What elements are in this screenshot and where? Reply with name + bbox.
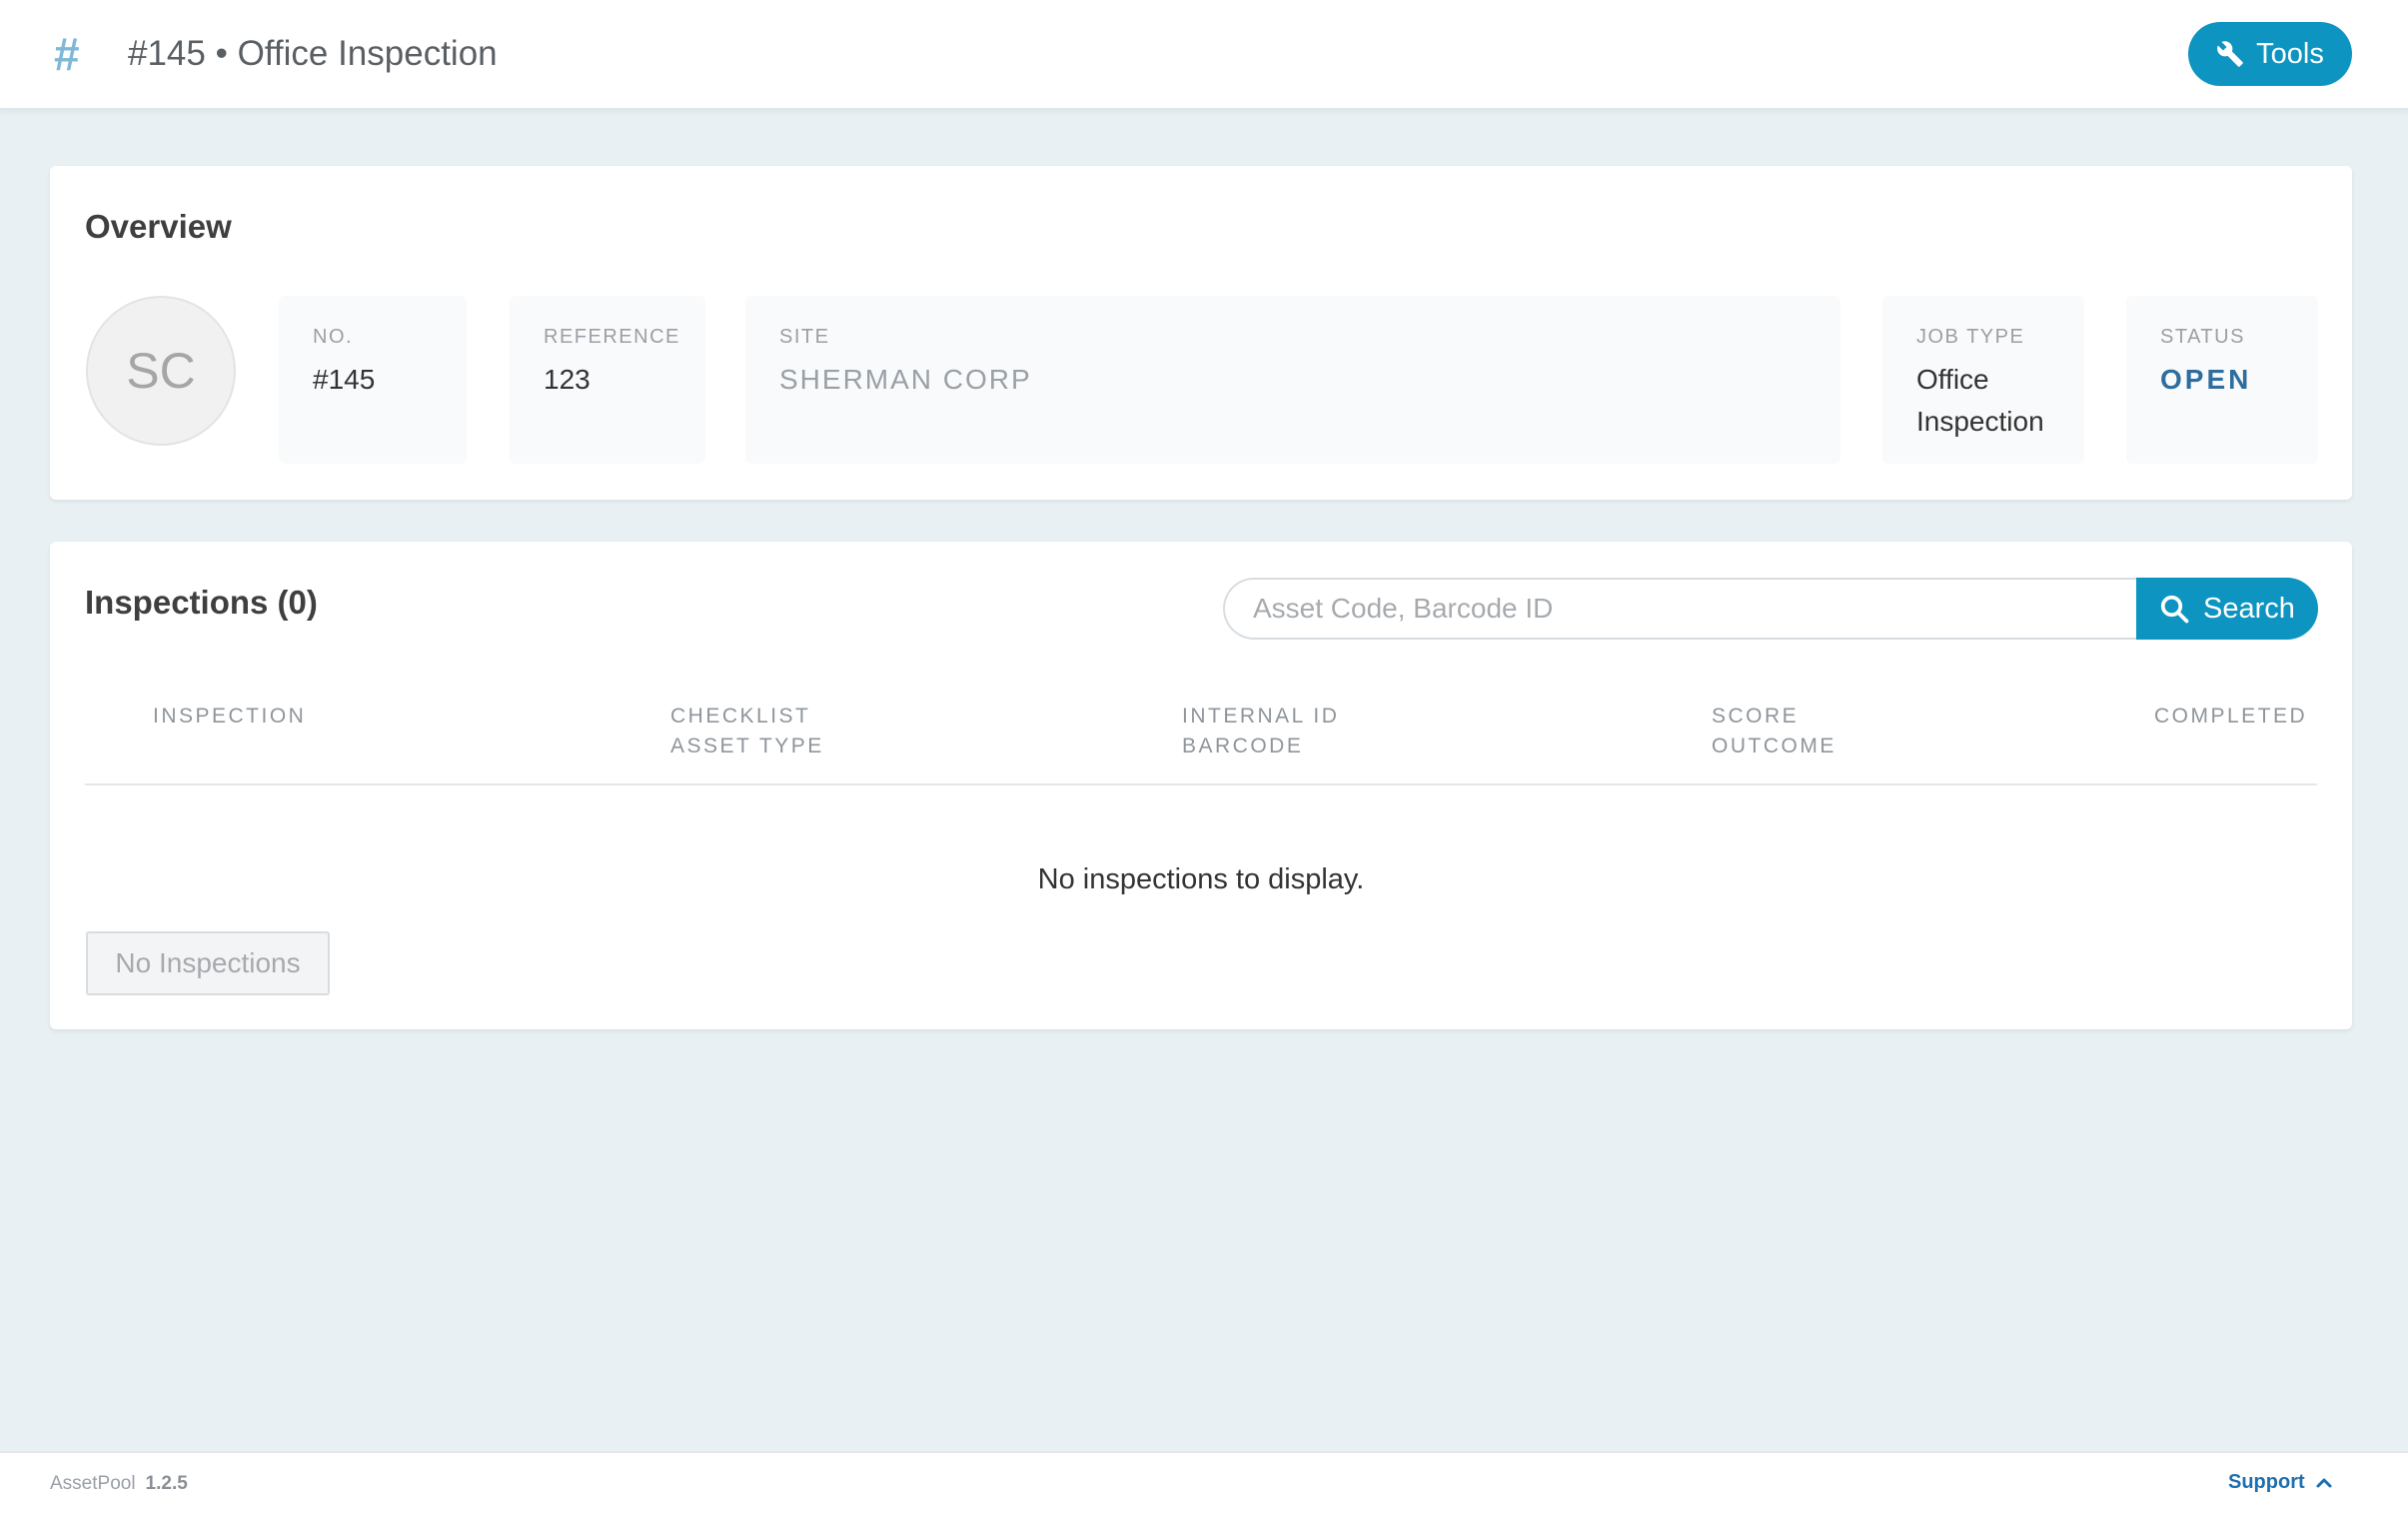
no-inspections-button[interactable]: No Inspections — [86, 931, 330, 995]
chevron-up-icon — [2316, 1478, 2332, 1487]
field-status: STATUS OPEN — [2126, 296, 2318, 464]
column-header-checklist[interactable]: CHECKLIST ASSET TYPE — [670, 702, 824, 761]
field-reference-value: 123 — [544, 364, 591, 395]
inspections-card: Inspections (0) Search INSPECTION CHECKL… — [50, 542, 2352, 1029]
column-header-internal-id[interactable]: INTERNAL ID BARCODE — [1182, 702, 1339, 761]
search-button[interactable]: Search — [2136, 578, 2318, 640]
avatar: SC — [86, 296, 236, 446]
field-job-type-value-line2: Inspection — [1916, 406, 2044, 437]
support-label: Support — [2228, 1471, 2305, 1493]
tools-label: Tools — [2256, 37, 2324, 70]
field-reference: REFERENCE 123 — [510, 296, 705, 464]
field-job-type-value-line1: Office — [1916, 364, 1989, 395]
search-input[interactable] — [1223, 578, 2138, 640]
search-bar: Search — [1223, 578, 2368, 640]
field-site-label: SITE — [779, 326, 830, 348]
field-status-label: STATUS — [2160, 326, 2245, 348]
status-badge: OPEN — [2160, 364, 2252, 395]
field-no: NO. #145 — [279, 296, 467, 464]
field-site-value[interactable]: SHERMAN CORP — [779, 359, 1806, 401]
field-job-type: JOB TYPE Office Inspection — [1882, 296, 2084, 464]
field-no-label: NO. — [313, 326, 354, 348]
app-info: AssetPool 1.2.5 — [50, 1473, 188, 1495]
inspections-title: Inspections (0) — [85, 584, 318, 621]
wrench-icon — [2217, 41, 2243, 67]
app-name: AssetPool — [50, 1473, 136, 1494]
app-version: 1.2.5 — [145, 1473, 188, 1494]
overview-title: Overview — [85, 208, 232, 245]
support-link[interactable]: Support — [2228, 1471, 2333, 1494]
page-title: #145 • Office Inspection — [128, 34, 498, 73]
column-header-completed[interactable]: COMPLETED — [2154, 702, 2307, 732]
top-bar: # #145 • Office Inspection Tools — [0, 0, 2408, 110]
footer: AssetPool 1.2.5 Support — [0, 1451, 2408, 1517]
field-no-value: #145 — [313, 364, 376, 395]
table-header: INSPECTION CHECKLIST ASSET TYPE INTERNAL… — [85, 702, 2317, 785]
column-header-score[interactable]: SCORE OUTCOME — [1712, 702, 1836, 761]
hash-icon: # — [54, 28, 80, 80]
tools-button[interactable]: Tools — [2188, 22, 2352, 86]
search-icon — [2160, 595, 2189, 624]
field-site: SITE SHERMAN CORP — [745, 296, 1840, 464]
field-job-type-label: JOB TYPE — [1916, 326, 2025, 348]
search-button-label: Search — [2203, 592, 2295, 625]
empty-message: No inspections to display. — [1037, 863, 1365, 895]
field-reference-label: REFERENCE — [544, 326, 680, 348]
column-header-inspection[interactable]: INSPECTION — [153, 702, 306, 732]
overview-card: Overview SC NO. #145 REFERENCE 123 SITE … — [50, 166, 2352, 500]
